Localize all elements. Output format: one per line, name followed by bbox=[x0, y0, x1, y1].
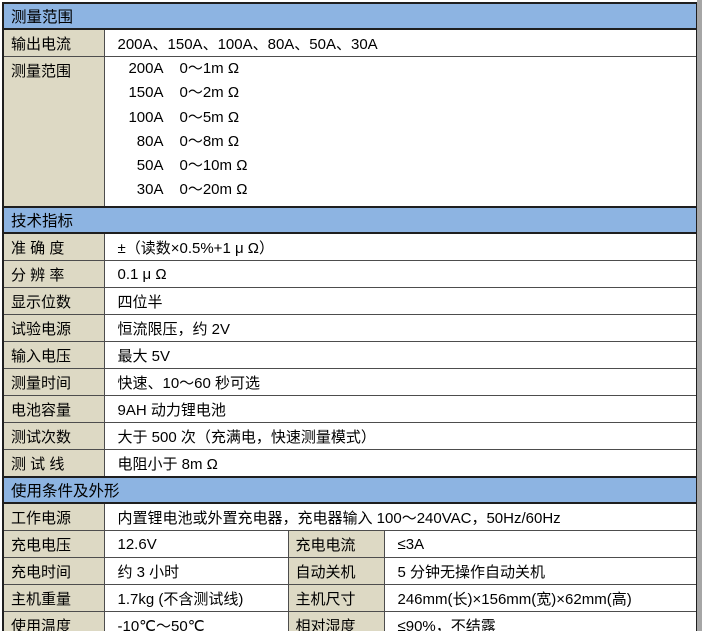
row-value-battery-capacity: 9AH 动力锂电池 bbox=[104, 396, 697, 423]
row-value-accuracy: ±（读数×0.5%+1 μ Ω） bbox=[104, 233, 697, 261]
range-amp: 30A bbox=[118, 178, 164, 202]
range-value: 0～10m Ω bbox=[180, 157, 248, 174]
spec-grid-row: 使用温度 -10℃～50℃ 相对湿度 ≤90%，不结露 bbox=[3, 612, 697, 631]
row-label-output-current: 输出电流 bbox=[3, 29, 104, 57]
row-value-display-digits: 四位半 bbox=[104, 288, 697, 315]
section-title-tech-specs: 技术指标 bbox=[3, 207, 697, 233]
spec-row: 输入电压 最大 5V bbox=[3, 342, 697, 369]
row-label-host-size: 主机尺寸 bbox=[288, 585, 384, 612]
row-label-measure-time: 测量时间 bbox=[3, 369, 104, 396]
spec-table: 测量范围 输出电流 200A、150A、100A、80A、50A、30A 测量范… bbox=[2, 2, 698, 631]
row-value-host-weight: 1.7kg (不含测试线) bbox=[104, 585, 288, 612]
range-line: 50A 0～10m Ω bbox=[118, 154, 697, 178]
range-amp: 100A bbox=[118, 106, 164, 130]
row-label-charge-time: 充电时间 bbox=[3, 558, 104, 585]
row-value-working-power: 内置锂电池或外置充电器，充电器输入 100～240VAC，50Hz/60Hz bbox=[104, 503, 697, 531]
row-value-test-power: 恒流限压，约 2V bbox=[104, 315, 697, 342]
spec-row: 试验电源 恒流限压，约 2V bbox=[3, 315, 697, 342]
row-value-test-lead: 电阻小于 8m Ω bbox=[104, 450, 697, 478]
row-label-host-weight: 主机重量 bbox=[3, 585, 104, 612]
row-label-test-power: 试验电源 bbox=[3, 315, 104, 342]
section-header-row: 使用条件及外形 bbox=[3, 477, 697, 503]
row-value-measure-range: 200A 0～1m Ω 150A 0～2m Ω 100A 0～5m Ω 80A 0～8m… bbox=[104, 57, 697, 208]
row-label-charge-current: 充电电流 bbox=[288, 531, 384, 558]
section-title-usage-conditions: 使用条件及外形 bbox=[3, 477, 697, 503]
range-line: 100A 0～5m Ω bbox=[118, 106, 697, 130]
row-label-display-digits: 显示位数 bbox=[3, 288, 104, 315]
spec-row-measure-ranges: 测量范围 200A 0～1m Ω 150A 0～2m Ω 100A 0～5m Ω 80… bbox=[3, 57, 697, 208]
spec-row: 测量时间 快速、10～60 秒可选 bbox=[3, 369, 697, 396]
section-title-measurement-range: 测量范围 bbox=[3, 3, 697, 29]
range-amp: 80A bbox=[118, 130, 164, 154]
range-amp: 150A bbox=[118, 81, 164, 105]
spec-row: 测试次数 大于 500 次（充满电，快速测量模式） bbox=[3, 423, 697, 450]
spec-row: 准 确 度 ±（读数×0.5%+1 μ Ω） bbox=[3, 233, 697, 261]
row-label-charge-voltage: 充电电压 bbox=[3, 531, 104, 558]
spec-grid-row: 主机重量 1.7kg (不含测试线) 主机尺寸 246mm(长)×156mm(宽… bbox=[3, 585, 697, 612]
row-label-resolution: 分 辨 率 bbox=[3, 261, 104, 288]
row-value-relative-humidity: ≤90%，不结露 bbox=[384, 612, 697, 631]
row-label-auto-shutdown: 自动关机 bbox=[288, 558, 384, 585]
section-header-row: 技术指标 bbox=[3, 207, 697, 233]
row-value-test-count: 大于 500 次（充满电，快速测量模式） bbox=[104, 423, 697, 450]
spec-row: 显示位数 四位半 bbox=[3, 288, 697, 315]
row-label-test-count: 测试次数 bbox=[3, 423, 104, 450]
spec-sheet-page: 测量范围 输出电流 200A、150A、100A、80A、50A、30A 测量范… bbox=[0, 0, 702, 631]
row-value-input-voltage: 最大 5V bbox=[104, 342, 697, 369]
row-value-measure-time: 快速、10～60 秒可选 bbox=[104, 369, 697, 396]
page-edge-strip bbox=[697, 0, 702, 631]
row-value-operating-temp: -10℃～50℃ bbox=[104, 612, 288, 631]
row-label-accuracy: 准 确 度 bbox=[3, 233, 104, 261]
row-value-charge-time: 约 3 小时 bbox=[104, 558, 288, 585]
row-label-input-voltage: 输入电压 bbox=[3, 342, 104, 369]
row-value-auto-shutdown: 5 分钟无操作自动关机 bbox=[384, 558, 697, 585]
range-value: 0～1m Ω bbox=[180, 60, 240, 77]
range-value: 0～20m Ω bbox=[180, 181, 248, 198]
row-label-battery-capacity: 电池容量 bbox=[3, 396, 104, 423]
row-label-test-lead: 测 试 线 bbox=[3, 450, 104, 478]
range-line: 150A 0～2m Ω bbox=[118, 81, 697, 105]
range-line: 200A 0～1m Ω bbox=[118, 57, 697, 81]
range-amp: 50A bbox=[118, 154, 164, 178]
range-amp: 200A bbox=[118, 57, 164, 81]
row-value-charge-current: ≤3A bbox=[384, 531, 697, 558]
spec-row: 分 辨 率 0.1 μ Ω bbox=[3, 261, 697, 288]
spec-grid-row: 充电时间 约 3 小时 自动关机 5 分钟无操作自动关机 bbox=[3, 558, 697, 585]
row-label-operating-temp: 使用温度 bbox=[3, 612, 104, 631]
row-value-charge-voltage: 12.6V bbox=[104, 531, 288, 558]
range-line: 80A 0～8m Ω bbox=[118, 130, 697, 154]
spec-row: 测 试 线 电阻小于 8m Ω bbox=[3, 450, 697, 478]
row-value-resolution: 0.1 μ Ω bbox=[104, 261, 697, 288]
spec-row: 电池容量 9AH 动力锂电池 bbox=[3, 396, 697, 423]
range-value: 0～2m Ω bbox=[180, 84, 240, 101]
spec-row: 工作电源 内置锂电池或外置充电器，充电器输入 100～240VAC，50Hz/6… bbox=[3, 503, 697, 531]
spec-row: 输出电流 200A、150A、100A、80A、50A、30A bbox=[3, 29, 697, 57]
section-header-row: 测量范围 bbox=[3, 3, 697, 29]
range-value: 0～5m Ω bbox=[180, 109, 240, 126]
row-label-relative-humidity: 相对湿度 bbox=[288, 612, 384, 631]
range-value: 0～8m Ω bbox=[180, 133, 240, 150]
row-value-output-current: 200A、150A、100A、80A、50A、30A bbox=[104, 29, 697, 57]
row-label-working-power: 工作电源 bbox=[3, 503, 104, 531]
row-value-host-size: 246mm(长)×156mm(宽)×62mm(高) bbox=[384, 585, 697, 612]
range-line: 30A 0～20m Ω bbox=[118, 178, 697, 202]
row-label-measure-range: 测量范围 bbox=[3, 57, 104, 208]
spec-grid-row: 充电电压 12.6V 充电电流 ≤3A bbox=[3, 531, 697, 558]
